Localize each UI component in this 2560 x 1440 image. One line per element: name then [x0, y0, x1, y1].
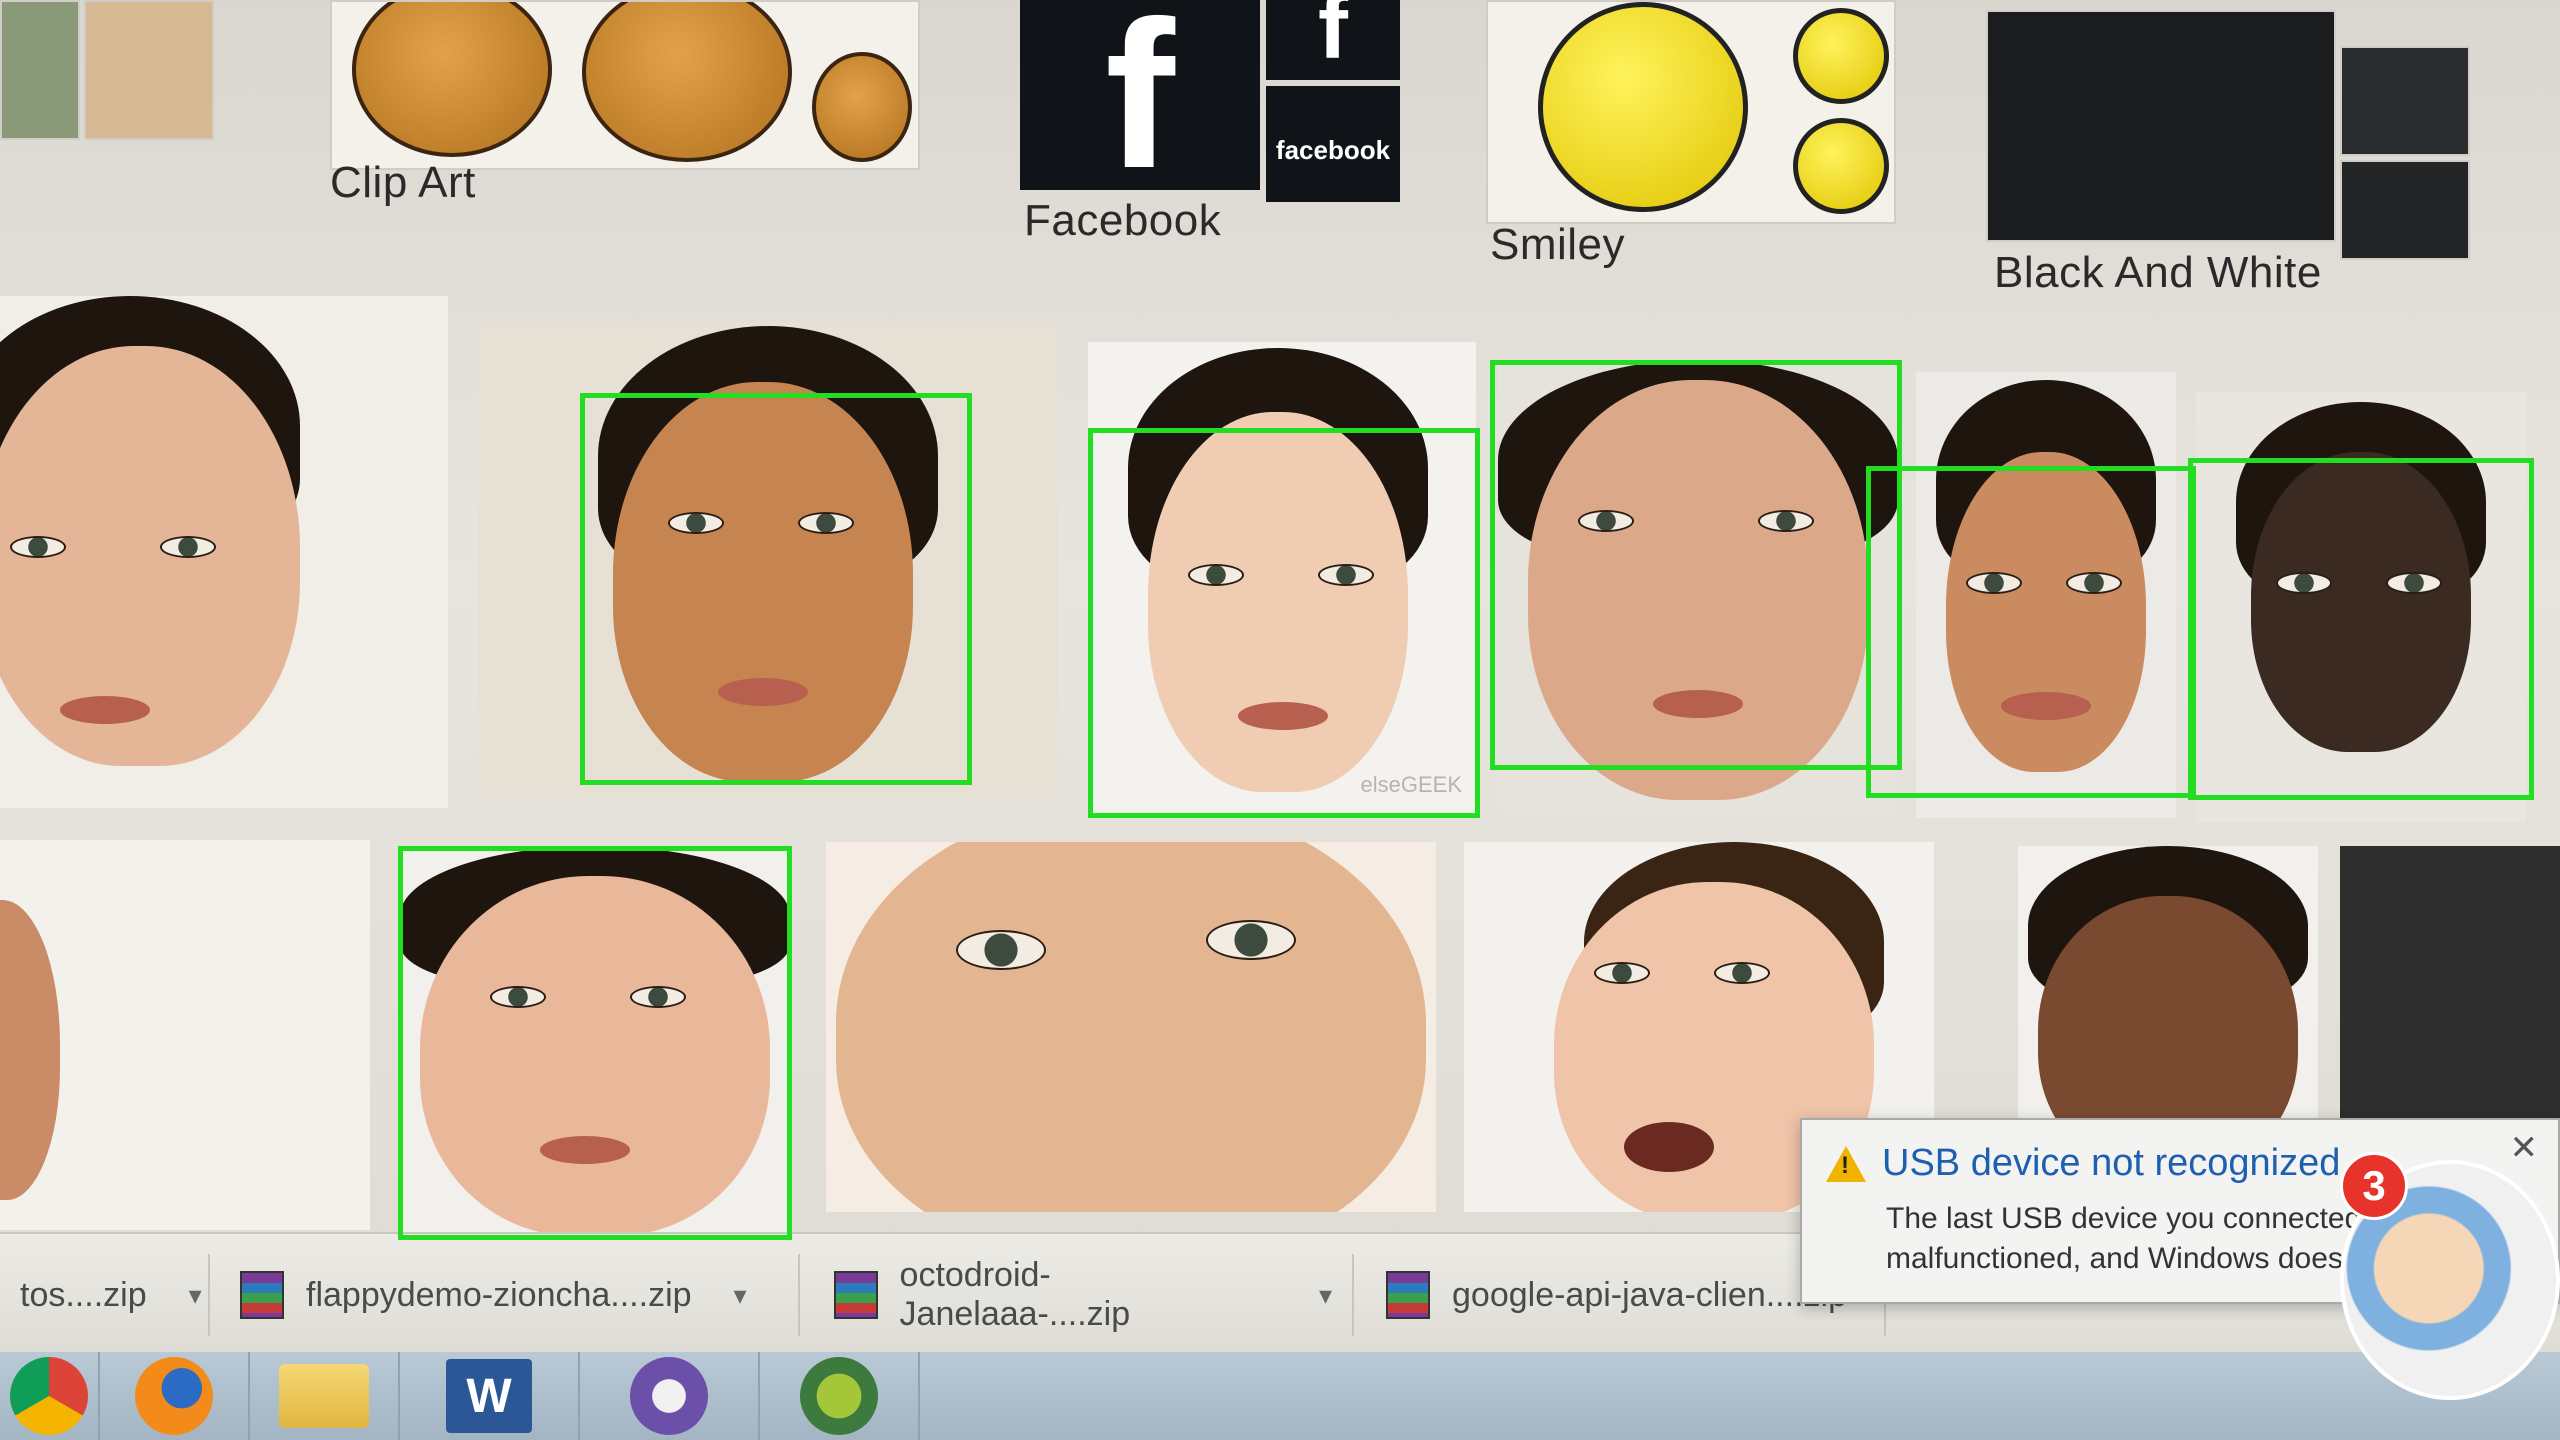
lips [1624, 1122, 1714, 1172]
category-label: Black And White [1994, 248, 2322, 297]
word-icon: W [446, 1359, 532, 1433]
face-detection-box [2188, 458, 2534, 800]
taskbar-button-explorer[interactable] [250, 1352, 400, 1440]
lips [60, 696, 150, 724]
category-thumb [2340, 46, 2470, 156]
image-result[interactable] [0, 296, 448, 808]
taskbar: W [0, 1352, 2560, 1440]
category-black-and-white[interactable]: Black And White [1986, 10, 2506, 310]
face-detection-box [1088, 428, 1480, 818]
chevron-down-icon[interactable]: ▾ [1319, 1280, 1332, 1311]
download-item[interactable]: tos....zip ▾ [0, 1254, 210, 1336]
notification-title: USB device not recognized [1882, 1142, 2341, 1184]
download-filename: tos....zip [20, 1275, 147, 1314]
face-detection-box [580, 393, 972, 785]
category-facebook[interactable]: f f facebook Facebook [1020, 0, 1400, 260]
folder-icon [279, 1364, 369, 1428]
facebook-wordmark: facebook [1266, 86, 1400, 202]
face-detection-box [1490, 360, 1902, 770]
category-thumb [84, 0, 214, 140]
download-filename: google-api-java-clien....zip [1452, 1275, 1847, 1314]
warning-icon [1826, 1145, 1866, 1182]
face [0, 900, 60, 1200]
category-thumb [2340, 160, 2470, 260]
image-result[interactable] [2018, 846, 2318, 1146]
category-thumb [0, 0, 80, 140]
chevron-down-icon[interactable]: ▾ [734, 1280, 747, 1311]
cartoon-face-icon [812, 52, 912, 162]
taskbar-button-firefox[interactable] [100, 1352, 250, 1440]
category-thumb [1486, 0, 1896, 224]
taskbar-button-word[interactable]: W [400, 1352, 580, 1440]
eye [10, 536, 66, 558]
face [836, 842, 1426, 1212]
image-result[interactable] [2340, 846, 2560, 1146]
category-partial-left[interactable] [0, 0, 230, 150]
smiley-icon [1793, 118, 1889, 214]
face-detection-box [398, 846, 792, 1240]
download-item[interactable]: flappydemo-zioncha....zip ▾ [220, 1254, 800, 1336]
facebook-logo-icon: f [1266, 0, 1400, 80]
close-icon[interactable]: ✕ [2510, 1128, 2539, 1168]
taskbar-button-chrome[interactable] [0, 1352, 100, 1440]
android-studio-icon [800, 1357, 878, 1435]
category-label: Smiley [1490, 220, 1626, 269]
winrar-archive-icon [240, 1271, 284, 1319]
notification-badge: 3 [2340, 1152, 2408, 1220]
cartoon-face-icon [352, 2, 552, 157]
face-detection-box [1866, 466, 2196, 798]
download-filename: flappydemo-zioncha....zip [306, 1275, 692, 1314]
eye [160, 536, 216, 558]
smiley-icon [1793, 8, 1889, 104]
facebook-logo-icon: f [1020, 0, 1260, 200]
category-thumb [330, 0, 920, 170]
eye [1594, 962, 1650, 984]
eye [1206, 920, 1296, 960]
category-smiley[interactable]: Smiley [1486, 0, 1906, 280]
taskbar-button-github[interactable] [580, 1352, 760, 1440]
category-clip-art[interactable]: Clip Art [330, 0, 930, 220]
firefox-icon [135, 1357, 213, 1435]
eye [1714, 962, 1770, 984]
chrome-icon [10, 1357, 88, 1435]
smiley-icon [1538, 2, 1748, 212]
winrar-archive-icon [1386, 1271, 1430, 1319]
face [2038, 896, 2298, 1146]
download-filename: octodroid-Janelaaa-....zip [899, 1256, 1131, 1333]
download-item[interactable]: octodroid-Janelaaa-....zip ▾ [814, 1254, 1354, 1336]
category-label: Clip Art [330, 158, 476, 207]
image-result[interactable] [826, 842, 1436, 1212]
category-label: Facebook [1024, 196, 1222, 245]
taskbar-button-android-studio[interactable] [760, 1352, 920, 1440]
image-result[interactable] [0, 840, 370, 1230]
winrar-archive-icon [834, 1271, 878, 1319]
eye [956, 930, 1046, 970]
chevron-down-icon[interactable]: ▾ [189, 1280, 202, 1311]
category-thumb [1986, 10, 2336, 242]
github-icon [630, 1357, 708, 1435]
cartoon-face-icon [582, 2, 792, 162]
